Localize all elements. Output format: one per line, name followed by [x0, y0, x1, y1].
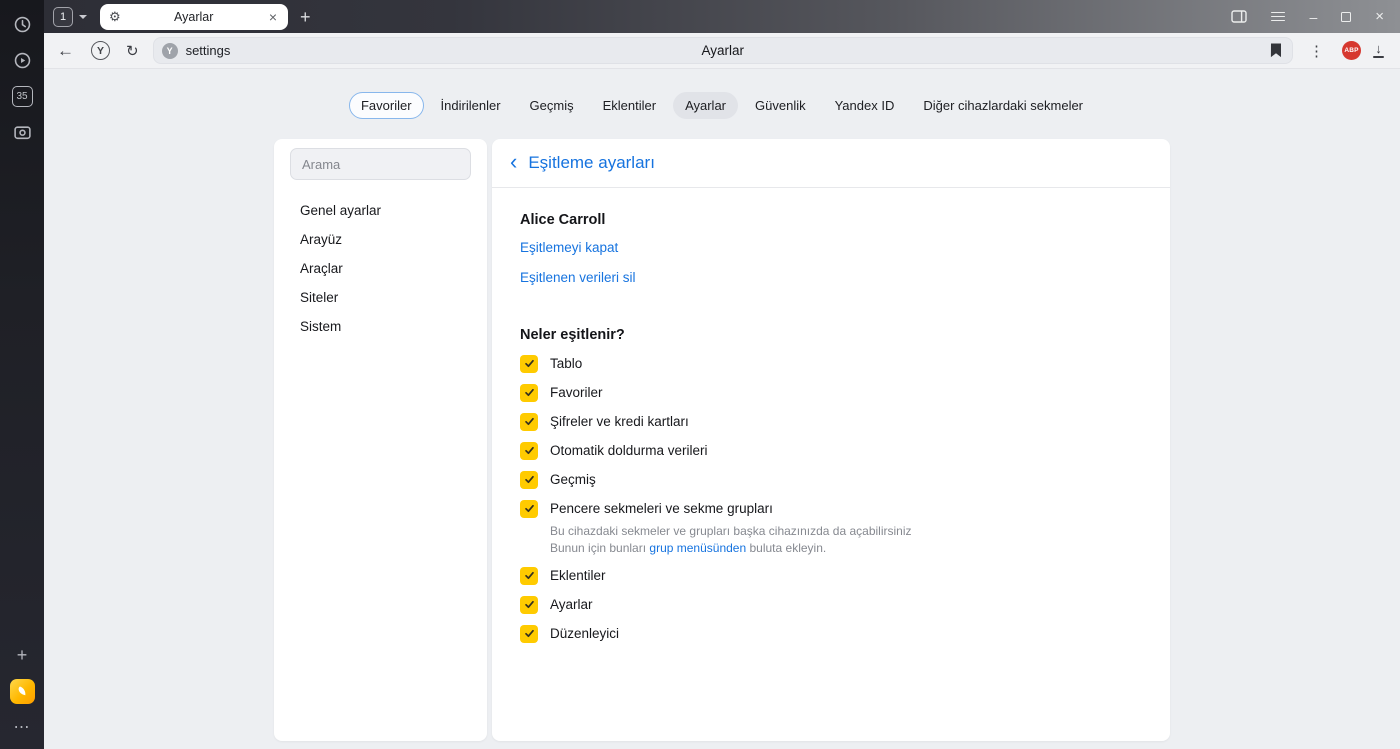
- history-icon[interactable]: [0, 6, 44, 42]
- settings-menu-card: Genel ayarlar Arayüz Araçlar Siteler Sis…: [274, 139, 487, 741]
- adblock-badge[interactable]: ABP: [1342, 41, 1361, 60]
- sync-item-label: Eklentiler: [550, 568, 606, 583]
- tab-close-icon[interactable]: ×: [267, 10, 279, 24]
- sync-question: Neler eşitlenir?: [520, 327, 625, 343]
- group-menu-link[interactable]: grup menüsünden: [649, 541, 746, 555]
- sync-header: ‹ Eşitleme ayarları: [492, 139, 1170, 188]
- downloads-icon[interactable]: ↓: [1373, 42, 1384, 58]
- sync-item-label: Ayarlar: [550, 597, 593, 612]
- yandex-home-icon[interactable]: Y: [91, 41, 110, 60]
- sync-item-label: Geçmiş: [550, 472, 596, 487]
- tab-bar: 1 ⚙ Ayarlar × + – ×: [44, 0, 1400, 33]
- checkbox-checked-icon[interactable]: [520, 624, 538, 643]
- gear-icon: ⚙: [109, 9, 121, 24]
- disable-sync-link[interactable]: Eşitlemeyi kapat: [520, 240, 618, 255]
- tab-title: Ayarlar: [174, 9, 214, 24]
- sync-body: Alice Carroll Eşitlemeyi kapat Eşitlenen…: [492, 188, 1170, 741]
- settings-page: Favoriler İndirilenler Geçmiş Eklentiler…: [44, 69, 1400, 749]
- new-tab-button[interactable]: +: [300, 8, 311, 26]
- tab-counter-badge[interactable]: 35: [0, 78, 44, 114]
- sync-title: Eşitleme ayarları: [528, 153, 655, 172]
- nav-tab-ayarlar[interactable]: Ayarlar: [673, 92, 739, 119]
- search-input[interactable]: [290, 148, 471, 180]
- window-maximize-icon[interactable]: [1341, 11, 1352, 22]
- address-bar[interactable]: Y settings Ayarlar: [152, 37, 1293, 64]
- menu-item-araclar[interactable]: Araçlar: [274, 254, 487, 283]
- bookmark-icon[interactable]: [1270, 43, 1282, 58]
- checkbox-checked-icon[interactable]: [520, 354, 538, 373]
- window-minimize-icon[interactable]: –: [1309, 10, 1317, 24]
- sidebar-add-icon[interactable]: +: [0, 637, 44, 673]
- tab-list-chevron-icon[interactable]: [79, 14, 87, 19]
- nav-tab-yandex-id[interactable]: Yandex ID: [823, 92, 907, 119]
- account-name: Alice Carroll: [520, 212, 606, 228]
- sync-item-eklentiler[interactable]: Eklentiler: [520, 561, 1142, 590]
- left-sidebar: 35 + ⋯: [0, 0, 44, 749]
- yandex-browser-logo[interactable]: [0, 673, 44, 709]
- window-close-icon[interactable]: ×: [1375, 9, 1384, 24]
- sync-item-label: Şifreler ve kredi kartları: [550, 414, 689, 429]
- browser-toolbar: ← Y ↻ Y settings Ayarlar ⋮ ABP ↓: [44, 33, 1400, 69]
- settings-top-nav: Favoriler İndirilenler Geçmiş Eklentiler…: [44, 92, 1400, 119]
- sync-settings-card: ‹ Eşitleme ayarları Alice Carroll Eşitle…: [492, 139, 1170, 741]
- sync-item-description: Bu cihazdaki sekmeler ve grupları başka …: [550, 524, 912, 555]
- checkbox-checked-icon[interactable]: [520, 499, 538, 518]
- sync-item-gecmis[interactable]: Geçmiş: [520, 465, 1142, 494]
- sync-item-label: Favoriler: [550, 385, 603, 400]
- browser-tab-ayarlar[interactable]: ⚙ Ayarlar ×: [100, 3, 288, 30]
- back-button[interactable]: ←: [57, 41, 74, 61]
- tab-count-button[interactable]: 1: [53, 6, 73, 27]
- sync-item-favoriler[interactable]: Favoriler: [520, 378, 1142, 407]
- menu-item-arayuz[interactable]: Arayüz: [274, 225, 487, 254]
- sync-item-label: Düzenleyici: [550, 626, 620, 641]
- back-chevron-icon[interactable]: ‹: [510, 151, 517, 175]
- sync-item-otomatik-doldurma[interactable]: Otomatik doldurma verileri: [520, 436, 1142, 465]
- sync-item-tablo[interactable]: Tablo: [520, 349, 1142, 378]
- sync-item-label: Tablo: [550, 356, 583, 371]
- nav-tab-indirilenler[interactable]: İndirilenler: [429, 92, 513, 119]
- nav-tab-eklentiler[interactable]: Eklentiler: [591, 92, 668, 119]
- video-play-icon[interactable]: [0, 42, 44, 78]
- sync-item-duzenleyici[interactable]: Düzenleyici: [520, 619, 1142, 648]
- toolbar-more-icon[interactable]: ⋮: [1303, 42, 1330, 60]
- menu-item-siteler[interactable]: Siteler: [274, 283, 487, 312]
- sync-item-pencere-sekmeleri[interactable]: Pencere sekmeleri ve sekme grupları: [520, 494, 1142, 523]
- checkbox-checked-icon[interactable]: [520, 566, 538, 585]
- sync-item-label: Pencere sekmeleri ve sekme grupları: [550, 501, 773, 516]
- menu-item-genel-ayarlar[interactable]: Genel ayarlar: [274, 196, 487, 225]
- sync-item-sifreler[interactable]: Şifreler ve kredi kartları: [520, 407, 1142, 436]
- tab-counter-label: 35: [11, 85, 33, 107]
- delete-synced-data-link[interactable]: Eşitlenen verileri sil: [520, 270, 636, 285]
- sync-items-list: Tablo Favoriler Şifreler ve kredi kartla…: [520, 349, 1142, 648]
- sync-item-label: Otomatik doldurma verileri: [550, 443, 708, 458]
- screenshot-icon[interactable]: [0, 114, 44, 150]
- nav-tab-guvenlik[interactable]: Güvenlik: [743, 92, 818, 119]
- page-title: Ayarlar: [701, 43, 745, 58]
- window-controls: – ×: [1231, 9, 1400, 24]
- sidebar-more-icon[interactable]: ⋯: [0, 709, 44, 745]
- nav-tab-diger-cihazlar[interactable]: Diğer cihazlardaki sekmeler: [911, 92, 1095, 119]
- checkbox-checked-icon[interactable]: [520, 412, 538, 431]
- side-panel-icon[interactable]: [1231, 10, 1248, 23]
- page-favicon: Y: [161, 42, 178, 59]
- checkbox-checked-icon[interactable]: [520, 470, 538, 489]
- nav-tab-gecmis[interactable]: Geçmiş: [518, 92, 586, 119]
- menu-item-sistem[interactable]: Sistem: [274, 312, 487, 341]
- checkbox-checked-icon[interactable]: [520, 441, 538, 460]
- menu-hamburger-icon[interactable]: [1271, 11, 1286, 22]
- refresh-icon[interactable]: ↻: [126, 42, 139, 60]
- checkbox-checked-icon[interactable]: [520, 383, 538, 402]
- sync-item-ayarlar[interactable]: Ayarlar: [520, 590, 1142, 619]
- settings-menu: Genel ayarlar Arayüz Araçlar Siteler Sis…: [274, 196, 487, 341]
- yandex-logo-icon: [9, 678, 35, 704]
- browser-window: 35 + ⋯ 1 ⚙ Ayarlar × + – × ← Y ↻ Y setti…: [0, 0, 1400, 749]
- nav-tab-favoriler[interactable]: Favoriler: [348, 92, 424, 119]
- address-text: settings: [185, 43, 231, 58]
- checkbox-checked-icon[interactable]: [520, 595, 538, 614]
